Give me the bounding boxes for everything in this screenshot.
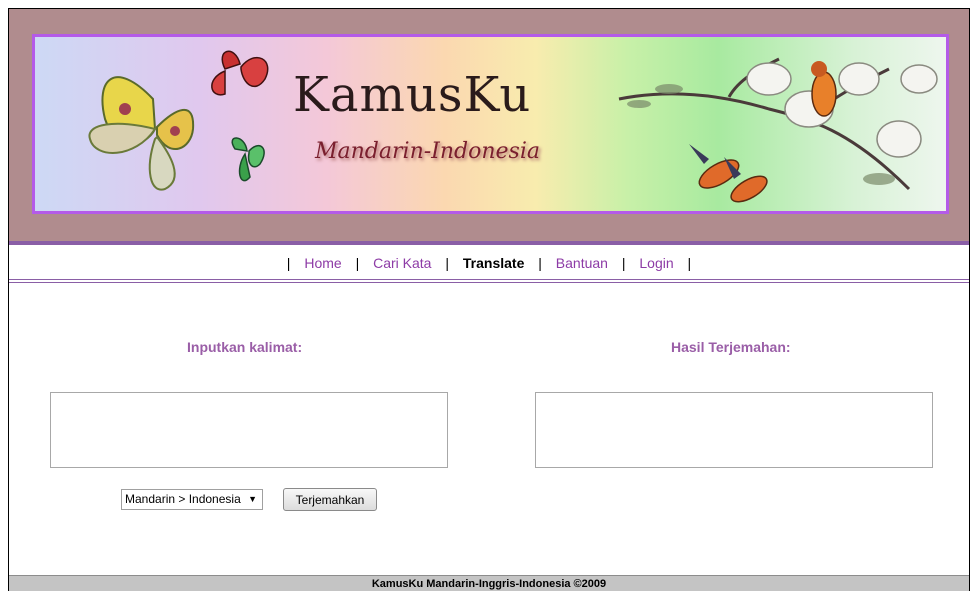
- output-label: Hasil Terjemahan:: [671, 339, 791, 355]
- input-label: Inputkan kalimat:: [187, 339, 303, 355]
- birds-flowers-illustration: [618, 57, 938, 203]
- footer-text: KamusKu Mandarin-Inggris-Indonesia ©2009: [371, 578, 607, 590]
- page-frame: KamusKu Mandarin-Indonesia | Home | Cari…: [8, 8, 970, 591]
- language-select-value: Mandarin > Indonesia: [125, 492, 241, 506]
- footer: KamusKu Mandarin-Inggris-Indonesia ©2009: [9, 575, 969, 591]
- leaves-icon: [627, 84, 895, 185]
- nav-item-translate[interactable]: Translate: [463, 255, 524, 271]
- nav-divider: [9, 279, 969, 283]
- nav-item-login[interactable]: Login: [639, 255, 673, 271]
- input-textarea[interactable]: [50, 392, 448, 468]
- chevron-down-icon: ▼: [248, 494, 257, 504]
- butterflies-illustration: [88, 50, 269, 191]
- nav-item-cari-kata[interactable]: Cari Kata: [373, 255, 431, 271]
- output-textarea[interactable]: [535, 392, 933, 468]
- nav-separator: |: [687, 255, 692, 271]
- nav-separator: |: [445, 255, 449, 271]
- banner-subtitle: Mandarin-Indonesia: [315, 139, 540, 164]
- yellow-butterfly-icon: [88, 76, 195, 191]
- nav-separator: |: [355, 255, 360, 271]
- nav-item-bantuan[interactable]: Bantuan: [556, 255, 608, 271]
- nav-separator: |: [538, 255, 542, 271]
- nav-separator: |: [621, 255, 626, 271]
- header-band: KamusKu Mandarin-Indonesia: [9, 9, 969, 241]
- banner-image: KamusKu Mandarin-Indonesia: [32, 34, 949, 214]
- language-select[interactable]: Mandarin > Indonesia ▼: [121, 489, 263, 510]
- nav-separator: |: [286, 255, 291, 271]
- translate-button[interactable]: Terjemahkan: [283, 488, 377, 511]
- nav-item-home[interactable]: Home: [304, 255, 341, 271]
- red-butterfly-icon: [211, 50, 269, 96]
- main-nav: | Home | Cari Kata | Translate | Bantuan…: [9, 249, 969, 277]
- banner-title: KamusKu: [293, 67, 532, 123]
- green-butterfly-icon: [231, 137, 265, 182]
- header-divider: [9, 241, 969, 245]
